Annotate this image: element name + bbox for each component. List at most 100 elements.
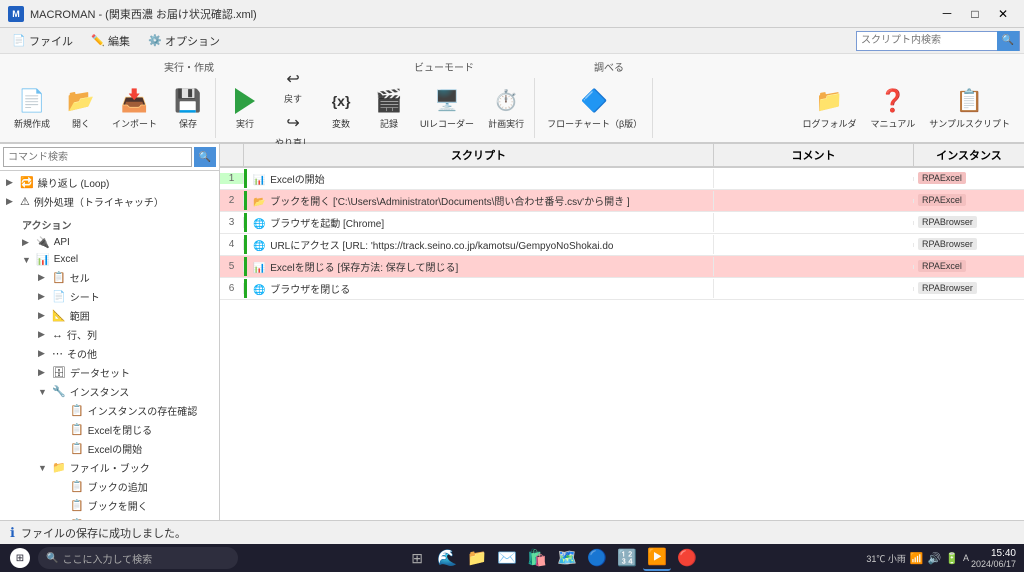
minimize-button[interactable]: － [934,4,960,24]
tree-item-16[interactable]: 📋ブックの追加 [0,477,219,496]
tree-arrow: ▶ [38,310,48,321]
flowchart-button[interactable]: 🔷 フローチャート（β版） [541,83,648,134]
tree-node-icon: 📋 [70,518,84,520]
tree-item-9[interactable]: ▶⋯その他 [0,344,219,363]
menu-options[interactable]: ⚙️ オプション [140,31,228,51]
taskbar-chrome[interactable]: 🔵 [583,545,611,571]
tree-item-7[interactable]: ▶📐範囲 [0,306,219,325]
instance-badge: RPAExcel [918,172,966,184]
undo-icon: ↩ [282,68,304,90]
clock-time: 15:40 [991,548,1016,559]
tree-node-icon: ⚠ [20,195,30,208]
taskbar-edge[interactable]: 🌊 [433,545,461,571]
taskbar-search-icon: 🔍 [46,553,58,564]
tree-item-15[interactable]: ▼📁ファイル・ブック [0,458,219,477]
manual-button[interactable]: ❓ マニュアル [865,83,922,134]
rec-button[interactable]: 🎬 記録 [366,83,412,134]
menu-file[interactable]: 📄 ファイル [4,31,81,51]
row-script-text: ブラウザを閉じる [270,285,350,296]
table-row[interactable]: 1 📊 Excelの開始 RPAExcel [220,168,1024,190]
tree-item-label: Excel [54,254,78,265]
main-layout: 🔍 ▶🔁繰り返し (Loop)▶⚠例外処理（トライキャッチ） アクション ▶🔌API… [0,144,1024,520]
speaker-icon: 🔊 [928,552,942,565]
taskbar-media[interactable]: ▶️ [643,545,671,571]
taskbar-store[interactable]: 🛍️ [523,545,551,571]
tree-item-label: 範囲 [70,308,90,323]
tree-item-17[interactable]: 📋ブックを開く [0,496,219,515]
tree-item-label: アクション [22,217,72,232]
menu-search-box[interactable]: 🔍 [856,31,1020,51]
row-instance: RPAExcel [914,171,1024,186]
ribbon-tabs-row: 実行・作成 ビューモード 調べる [0,54,1024,74]
taskbar-mail[interactable]: ✉️ [493,545,521,571]
tree-item-6[interactable]: ▶📄シート [0,287,219,306]
open-button[interactable]: 📂 開く [58,83,104,134]
ribbon-content: 📄 新規作成 📂 開く 📥 インポート 💾 保存 実行 [0,74,1024,142]
command-search-input[interactable] [3,147,192,167]
menu-bar: 📄 ファイル ✏️ 編集 ⚙️ オプション 🔍 [0,28,1024,54]
tree-item-4[interactable]: ▼📊Excel [0,251,219,268]
tree-node-icon: 📄 [52,290,66,303]
row-script-content: 📂 ブックを開く ['C:\Users\Administrator\Docume… [244,191,714,210]
tree-item-10[interactable]: ▶🗄データセット [0,363,219,382]
script-table-header: スクリプト コメント インスタンス [220,144,1024,168]
instance-badge: RPAExcel [918,194,966,206]
tree-item-label: セル [70,270,90,285]
tree-item-11[interactable]: ▼🔧インスタンス [0,382,219,401]
ribbon-group3-label: 調べる [574,55,644,74]
table-row[interactable]: 6 🌐 ブラウザを閉じる RPABrowser [220,278,1024,300]
menu-search-button[interactable]: 🔍 [997,31,1019,51]
menu-search-input[interactable] [857,32,997,50]
taskbar-search-box[interactable]: 🔍 ここに入力して検索 [38,547,238,569]
row-comment [714,243,914,247]
taskbar-maps[interactable]: 🗺️ [553,545,581,571]
row-script-icon: 🌐 [253,241,265,252]
sample-script-button[interactable]: 📋 サンプルスクリプト [923,83,1016,134]
tree-item-12[interactable]: 📋インスタンスの存在確認 [0,401,219,420]
import-button[interactable]: 📥 インポート [106,83,163,134]
network-icon: 📶 [910,552,924,565]
status-bar: ℹ ファイルの保存に成功しました。 [0,520,1024,544]
script-rows-container[interactable]: 1 📊 Excelの開始 RPAExcel 2 📂 ブックを開く ['C:\Us… [220,168,1024,520]
right-content: スクリプト コメント インスタンス 1 📊 Excelの開始 RPAExcel … [220,144,1024,520]
tree-item-5[interactable]: ▶📋セル [0,268,219,287]
tree-item-label: ファイル・ブック [70,460,150,475]
scheduled-run-button[interactable]: ⏱️ 計画実行 [482,83,530,134]
taskbar-calc[interactable]: 🔢 [613,545,641,571]
maximize-button[interactable]: □ [962,4,988,24]
tree-item-3[interactable]: ▶🔌API [0,234,219,251]
row-comment [714,265,914,269]
tree-item-label: インスタンス [70,384,130,399]
ui-recorder-button[interactable]: 🖥️ UIレコーダー [414,83,480,134]
taskbar-multiwindow[interactable]: ⊞ [403,545,431,571]
new-button[interactable]: 📄 新規作成 [8,83,56,134]
command-search-button[interactable]: 🔍 [194,147,216,167]
tree-item-8[interactable]: ▶↔行、列 [0,325,219,344]
table-row[interactable]: 2 📂 ブックを開く ['C:\Users\Administrator\Docu… [220,190,1024,212]
tree-item-13[interactable]: 📋Excelを閉じる [0,420,219,439]
taskbar-pokemon[interactable]: 🔴 [673,545,701,571]
save-button[interactable]: 💾 保存 [165,83,211,134]
undo-button[interactable]: ↩ 戻す [270,65,316,108]
var-button[interactable]: {x} 変数 [318,83,364,134]
close-button[interactable]: ✕ [990,4,1016,24]
table-row[interactable]: 5 📊 Excelを閉じる [保存方法: 保存して閉じる] RPAExcel [220,256,1024,278]
menu-edit[interactable]: ✏️ 編集 [83,31,138,51]
tree-item-label: Excelを閉じる [88,422,152,437]
tree-item-0[interactable]: ▶🔁繰り返し (Loop) [0,173,219,192]
run-button[interactable]: 実行 [222,83,268,134]
log-folder-button[interactable]: 📁 ログフォルダ [797,83,863,134]
table-row[interactable]: 3 🌐 ブラウザを起動 [Chrome] RPABrowser [220,212,1024,234]
tree-item-14[interactable]: 📋Excelの開始 [0,439,219,458]
tree-item-18[interactable]: 📋名前を付けて保存 [0,515,219,520]
windows-icon: ⊞ [10,548,30,568]
tree-item-1[interactable]: ▶⚠例外処理（トライキャッチ） [0,192,219,211]
tree-node-icon: 🗄 [52,366,66,379]
taskbar-clock[interactable]: 15:40 2024/06/17 [971,548,1016,569]
start-button[interactable]: ⊞ [4,545,36,571]
table-row[interactable]: 4 🌐 URLにアクセス [URL: 'https://track.seino.… [220,234,1024,256]
taskbar-explorer[interactable]: 📁 [463,545,491,571]
tree-arrow: ▶ [38,291,48,302]
taskbar-search-text: ここに入力して検索 [62,551,152,566]
ribbon-file-group: 📄 新規作成 📂 開く 📥 インポート 💾 保存 [4,78,216,138]
